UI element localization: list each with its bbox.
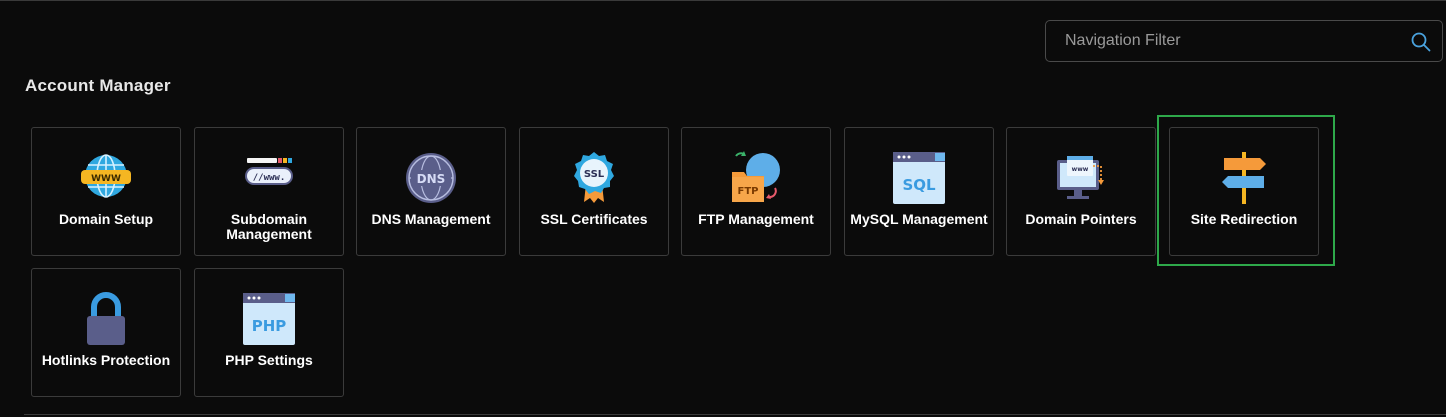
search-icon[interactable] xyxy=(1410,31,1432,53)
tile-hotlinks-protection[interactable]: Hotlinks Protection xyxy=(31,268,181,397)
tile-label: Domain Pointers xyxy=(1025,211,1137,227)
tile-label: DNS Management xyxy=(371,211,491,227)
section-title: Account Manager xyxy=(25,76,171,95)
svg-text:SSL: SSL xyxy=(584,169,605,180)
tile-dns-management[interactable]: DNS DNS Management xyxy=(356,127,506,256)
php-window-icon: PHP xyxy=(243,293,295,345)
svg-text:PHP: PHP xyxy=(252,317,287,335)
bottom-divider xyxy=(24,414,1446,415)
tile-label: Domain Setup xyxy=(58,211,154,227)
svg-text://www.: //www. xyxy=(253,173,286,183)
tile-ftp-management[interactable]: FTP FTP Management xyxy=(681,127,831,256)
tile-domain-pointers[interactable]: www Domain Pointers xyxy=(1006,127,1156,256)
top-divider xyxy=(0,0,1446,1)
tile-label: SSL Certificates xyxy=(540,211,648,227)
svg-text:DNS: DNS xyxy=(417,172,446,186)
ftp-folder-icon: FTP xyxy=(732,151,780,202)
padlock-icon xyxy=(87,292,125,345)
tile-label: Subdomain Management xyxy=(226,211,312,242)
svg-text:SQL: SQL xyxy=(902,176,936,194)
sql-window-icon: SQL xyxy=(893,152,945,204)
dns-globe-icon: DNS xyxy=(406,153,456,203)
selected-tile-highlight xyxy=(1157,115,1335,266)
ssl-badge-icon: SSL xyxy=(574,152,614,203)
subdomain-www-icon: //www. xyxy=(245,158,293,185)
tile-subdomain-management[interactable]: //www. Subdomain Management xyxy=(194,127,344,256)
tile-label: Hotlinks Protection xyxy=(41,352,171,368)
globe-www-icon: WWW xyxy=(81,154,131,198)
tile-php-settings[interactable]: PHP PHP Settings xyxy=(194,268,344,397)
tile-label: MySQL Management xyxy=(850,211,988,227)
navigation-filter-input[interactable] xyxy=(1046,21,1406,61)
tile-ssl-certificates[interactable]: SSL SSL Certificates xyxy=(519,127,669,256)
svg-text:FTP: FTP xyxy=(738,186,759,197)
svg-text:WWW: WWW xyxy=(91,174,121,184)
tile-mysql-management[interactable]: SQL MySQL Management xyxy=(844,127,994,256)
monitor-www-icon: www xyxy=(1057,156,1104,199)
tile-label: FTP Management xyxy=(698,211,814,227)
navigation-filter[interactable] xyxy=(1045,20,1443,62)
svg-text:www: www xyxy=(1072,166,1089,173)
tile-domain-setup[interactable]: WWW Domain Setup xyxy=(31,127,181,256)
tile-label: PHP Settings xyxy=(225,352,313,368)
